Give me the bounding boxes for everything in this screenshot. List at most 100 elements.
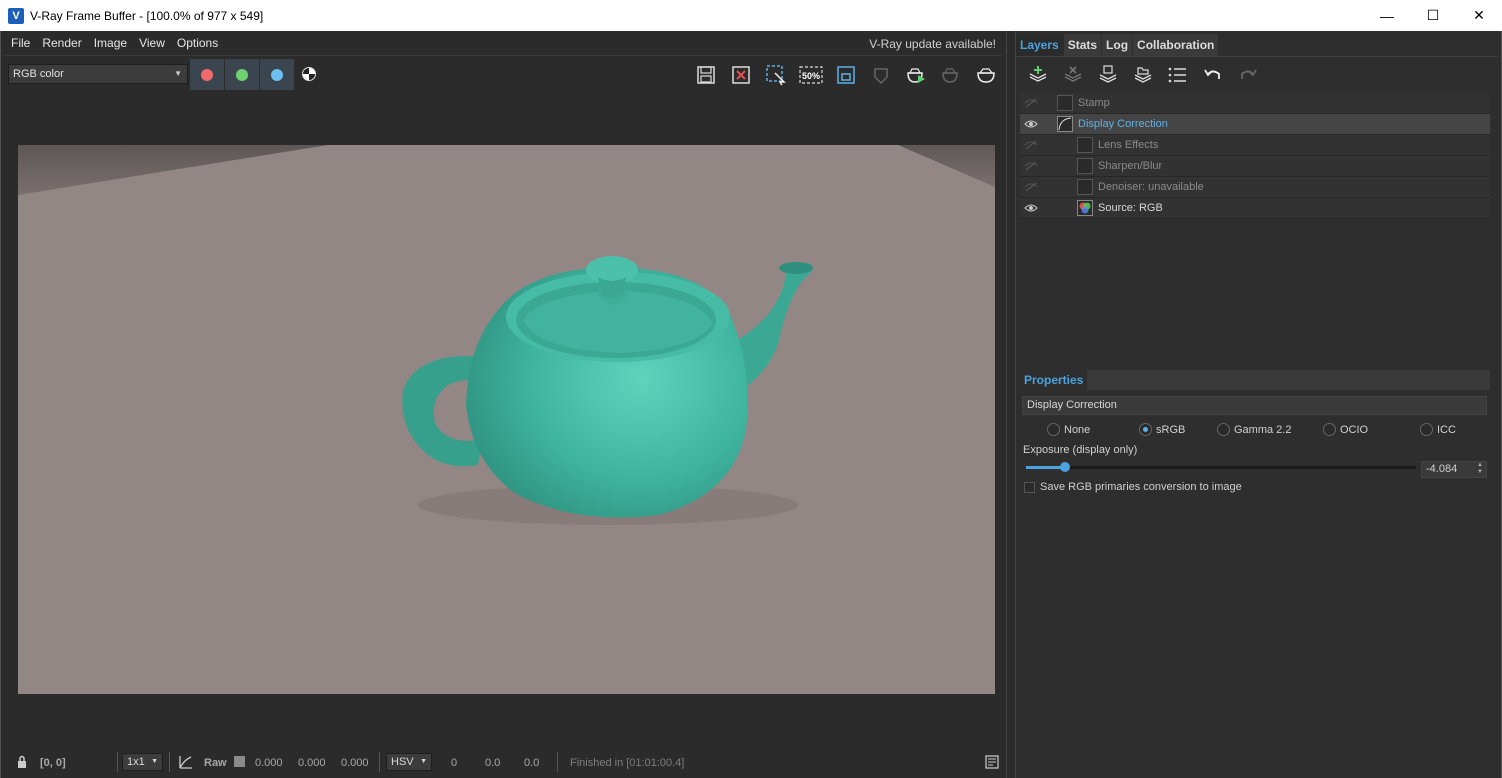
- layer-row-lens-effects[interactable]: Lens Effects: [1020, 135, 1490, 156]
- sampling-select[interactable]: 1x1 ▼: [122, 753, 163, 771]
- visibility-on-icon[interactable]: [1024, 118, 1038, 130]
- render-icon[interactable]: [968, 61, 1003, 89]
- undo-icon[interactable]: [1195, 61, 1230, 89]
- properties-header: Properties: [1020, 370, 1490, 390]
- delete-layer-icon[interactable]: [1055, 61, 1090, 89]
- menu-file[interactable]: File: [5, 36, 36, 50]
- menu-render[interactable]: Render: [36, 36, 87, 50]
- clear-image-icon[interactable]: [723, 61, 758, 89]
- toolbar: RGB color ▼ 50%: [7, 59, 1003, 91]
- layer-row-source-rgb[interactable]: Source: RGB: [1020, 198, 1490, 219]
- option-none[interactable]: None: [1047, 423, 1090, 436]
- green-dot-icon: [236, 68, 248, 81]
- color-mode-value: HSV: [391, 756, 414, 768]
- tab-layers[interactable]: Layers: [1016, 34, 1063, 56]
- status-divider: [557, 752, 558, 772]
- menu-options[interactable]: Options: [171, 36, 224, 50]
- hsv-value-h: 0: [451, 757, 458, 769]
- tab-divider: [1016, 56, 1497, 57]
- lens-effects-icon: [1077, 137, 1093, 153]
- layer-row-sharpen-blur[interactable]: Sharpen/Blur: [1020, 156, 1490, 177]
- radio-icon: [1217, 423, 1230, 436]
- track-mouse-label: 50%: [801, 71, 819, 81]
- save-layers-icon[interactable]: [1090, 61, 1125, 89]
- render-viewport[interactable]: [18, 145, 995, 694]
- redo-icon[interactable]: [1230, 61, 1265, 89]
- spinner-arrows-icon[interactable]: ▲ ▼: [1477, 462, 1483, 476]
- raw-value-g: 0.000: [298, 757, 326, 769]
- region-render-icon[interactable]: [758, 61, 793, 89]
- red-dot-icon: [201, 68, 213, 81]
- close-button[interactable]: ✕: [1456, 0, 1502, 31]
- visibility-off-icon[interactable]: [1024, 181, 1038, 193]
- color-mode-select[interactable]: HSV ▼: [386, 753, 432, 771]
- vray-logo-icon: V: [8, 7, 24, 24]
- log-panel-icon[interactable]: [985, 755, 999, 769]
- visibility-off-icon[interactable]: [1024, 139, 1038, 151]
- option-icc[interactable]: ICC: [1420, 423, 1456, 436]
- visibility-off-icon[interactable]: [1024, 160, 1038, 172]
- radio-icon: [1047, 423, 1060, 436]
- maximize-button[interactable]: ☐: [1410, 0, 1456, 31]
- status-divider: [117, 752, 118, 772]
- render-region-icon[interactable]: [828, 61, 863, 89]
- layer-list-icon[interactable]: [1160, 61, 1195, 89]
- option-srgb[interactable]: sRGB: [1139, 423, 1185, 436]
- panel-splitter[interactable]: [1006, 31, 1016, 778]
- load-layers-icon[interactable]: [1125, 61, 1160, 89]
- exposure-slider[interactable]: [1026, 462, 1416, 472]
- exposure-label: Exposure (display only): [1023, 444, 1138, 456]
- visibility-on-icon[interactable]: [1024, 202, 1038, 214]
- menu-image[interactable]: Image: [88, 36, 133, 50]
- rendered-image: [18, 145, 995, 694]
- red-channel-button[interactable]: [190, 59, 224, 90]
- layer-row-denoiser[interactable]: Denoiser: unavailable: [1020, 177, 1490, 198]
- track-mouse-icon[interactable]: 50%: [793, 61, 828, 89]
- green-channel-button[interactable]: [225, 59, 259, 90]
- tab-log[interactable]: Log: [1102, 34, 1133, 56]
- tab-collaboration[interactable]: Collaboration: [1133, 34, 1219, 56]
- lock-cursor-icon[interactable]: [16, 755, 30, 769]
- properties-title: Display Correction: [1022, 396, 1487, 415]
- lock-icon[interactable]: [863, 61, 898, 89]
- layer-name: Sharpen/Blur: [1098, 160, 1163, 172]
- option-label: ICC: [1437, 423, 1456, 436]
- layer-row-stamp[interactable]: Stamp: [1020, 93, 1490, 114]
- checkbox-icon[interactable]: [1024, 481, 1035, 493]
- option-ocio[interactable]: OCIO: [1323, 423, 1368, 436]
- blue-dot-icon: [271, 68, 283, 81]
- option-gamma[interactable]: Gamma 2.2: [1217, 423, 1291, 436]
- radio-icon: [1420, 423, 1433, 436]
- visibility-off-icon[interactable]: [1024, 97, 1038, 109]
- channel-select[interactable]: RGB color ▼: [8, 64, 188, 84]
- save-primaries-option[interactable]: Save RGB primaries conversion to image: [1024, 481, 1242, 493]
- channel-select-value: RGB color: [13, 68, 64, 80]
- menu-view[interactable]: View: [133, 36, 171, 50]
- minimize-button[interactable]: —: [1364, 0, 1410, 31]
- option-label: None: [1064, 423, 1091, 436]
- stop-render-icon[interactable]: [933, 61, 968, 89]
- monochrome-icon[interactable]: [302, 67, 316, 81]
- add-layer-icon[interactable]: [1020, 61, 1055, 89]
- frame-buffer-area: File Render Image View Options V-Ray upd…: [0, 31, 1007, 778]
- save-icon[interactable]: [688, 61, 723, 89]
- tab-properties[interactable]: Properties: [1020, 370, 1088, 390]
- option-label: Gamma 2.2: [1234, 423, 1292, 436]
- layer-name: Source: RGB: [1098, 202, 1163, 214]
- layer-list: Stamp Display Correction Lens Effects Sh…: [1020, 93, 1490, 219]
- interactive-render-icon[interactable]: [898, 61, 933, 89]
- tab-stats[interactable]: Stats: [1063, 34, 1102, 56]
- layer-row-display-correction[interactable]: Display Correction: [1020, 114, 1490, 135]
- render-status: Finished in [01:01:00.4]: [570, 757, 685, 769]
- color-picker-icon[interactable]: [178, 754, 194, 770]
- chevron-down-icon: ▼: [174, 69, 182, 78]
- radio-icon: [1323, 423, 1336, 436]
- chevron-down-icon: ▼: [151, 758, 158, 765]
- exposure-slider-thumb[interactable]: [1060, 462, 1070, 472]
- exposure-value-field[interactable]: -4.084 ▲ ▼: [1421, 461, 1487, 478]
- panel-tabs: Layers Stats Log Collaboration: [1016, 34, 1219, 56]
- save-primaries-label: Save RGB primaries conversion to image: [1040, 481, 1242, 493]
- blue-channel-button[interactable]: [260, 59, 294, 90]
- layers-panel: Layers Stats Log Collaboration Stamp Dis…: [1016, 31, 1502, 778]
- update-notice[interactable]: V-Ray update available!: [869, 37, 996, 51]
